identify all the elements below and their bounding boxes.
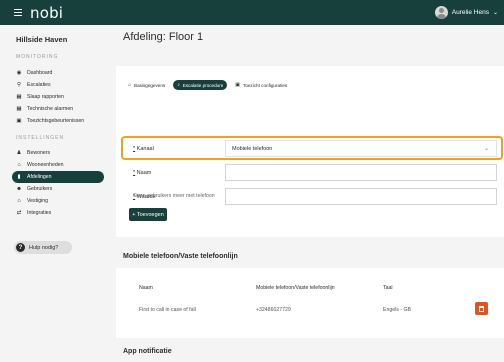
sidebar-item-label: Escalaties: [27, 82, 51, 88]
sidebar-item-technische-alarmen[interactable]: ▦ Technische alarmen: [12, 103, 104, 115]
table-cell-naam: First to call in case of fall: [139, 307, 196, 313]
department-icon: ▮: [17, 174, 21, 180]
add-button[interactable]: + Toevoegen: [129, 208, 167, 221]
help-question-icon: ?: [16, 243, 25, 252]
kanaal-value: Mobiele telefoon: [232, 145, 273, 152]
sidebar-item-slaap-rapporten[interactable]: ▦ Slaap rapporten: [12, 91, 104, 103]
sidebar-item-vestiging[interactable]: ⌂ Vestiging: [12, 195, 104, 207]
living-unit-icon: ⌂: [17, 162, 21, 168]
residents-icon: ♟: [16, 150, 22, 156]
kanaal-label: * Kanaal: [133, 145, 154, 152]
tab-toezicht-configuraties[interactable]: ▣ Toezicht configuraties: [231, 80, 291, 90]
technical-alarm-icon: ▦: [16, 106, 22, 112]
column-header-taal: Taal: [383, 285, 393, 291]
sidebar-item-label: Bewoners: [27, 150, 51, 156]
required-marker: *: [133, 169, 136, 176]
site-name: Hillside Haven: [16, 35, 68, 44]
dashboard-icon: ◉: [16, 70, 22, 76]
user-menu[interactable]: Aurelie Hens ⌄: [434, 4, 498, 21]
phone-section-title: Mobiele telefoon/Vaste telefoonlijn: [123, 253, 238, 260]
bell-icon: ♪: [177, 82, 180, 88]
column-header-naam: Naam: [139, 285, 153, 291]
naam-label: * Naam: [133, 169, 152, 176]
sidebar-item-bewoners[interactable]: ♟ Bewoners: [12, 147, 104, 159]
page-title: Afdeling: Floor 1: [123, 31, 204, 43]
home-icon: ⌂: [128, 82, 132, 88]
sidebar-item-afdelingen[interactable]: ▮ Afdelingen: [12, 171, 104, 183]
users-icon: ☻: [16, 186, 22, 192]
kanaal-select[interactable]: Mobiele telefoon ⌄: [225, 140, 497, 157]
tab-escalatie-procedure[interactable]: ♪ Escalatie procedure: [173, 80, 228, 90]
sidebar-item-label: Vestiging: [27, 198, 49, 204]
sidebar-item-toezichtsgebeurtenissen[interactable]: ▣ Toezichtsgebeurtenissen: [12, 115, 104, 127]
settings-section-label: INSTELLINGEN: [16, 135, 65, 141]
sidebar-item-label: Integraties: [27, 210, 52, 216]
sidebar-item-label: Toezichtsgebeurtenissen: [27, 118, 85, 124]
sidebar: Hillside Haven MONITORING ◉ Dashboard ⚲ …: [0, 25, 116, 362]
chevron-down-icon: ⌄: [483, 146, 489, 152]
tab-label: Toezicht configuraties: [243, 82, 288, 88]
sidebar-item-escalaties[interactable]: ⚲ Escalaties: [12, 79, 104, 91]
table-cell-taal: Engels - GB: [383, 307, 411, 313]
escalation-form-card: ⌂ Basisgegevens ♪ Escalatie procedure ▣ …: [116, 66, 504, 237]
no-more-users-text: Geen gebruikers meer met telefoon: [133, 193, 215, 199]
sidebar-item-label: Afdelingen: [27, 174, 52, 180]
tab-basisgegevens[interactable]: ⌂ Basisgegevens: [124, 80, 169, 90]
tab-bar: ⌂ Basisgegevens ♪ Escalatie procedure ▣ …: [124, 80, 291, 90]
naam-row: * Naam: [124, 164, 497, 181]
sidebar-item-integraties[interactable]: ⇄ Integraties: [12, 207, 104, 219]
sidebar-item-label: Slaap rapporten: [27, 94, 64, 100]
location-icon: ⌂: [17, 198, 21, 204]
sidebar-item-dashboard[interactable]: ◉ Dashboard: [12, 67, 104, 79]
avatar-icon: [434, 6, 448, 19]
column-header-telefoon: Mobiele telefoon/Vaste telefoonlijn: [256, 285, 335, 291]
sidebar-item-label: Wooneenheden: [27, 162, 64, 168]
sleep-report-icon: ▦: [16, 94, 22, 100]
top-bar: nobi Aurelie Hens ⌄: [0, 0, 504, 25]
monitoring-section-label: MONITORING: [16, 54, 59, 60]
sidebar-item-gebruikers[interactable]: ☻ Gebruikers: [12, 183, 104, 195]
required-marker: *: [133, 145, 136, 152]
user-name: Aurelie Hens: [451, 9, 489, 16]
hamburger-menu-icon[interactable]: [14, 9, 22, 16]
help-button[interactable]: ? Hulp nodig?: [14, 241, 72, 254]
sidebar-item-wooneenheden[interactable]: ⌂ Wooneenheden: [12, 159, 104, 171]
monitor-config-icon: ▣: [235, 82, 241, 88]
integrations-icon: ⇄: [16, 210, 22, 216]
tv-assessment-icon: ▣: [16, 118, 22, 124]
waarde-field[interactable]: [225, 188, 497, 205]
phone-table: [116, 268, 504, 338]
escalation-pin-icon: ⚲: [16, 82, 22, 88]
kanaal-row: * Kanaal Mobiele telefoon ⌄: [124, 140, 497, 157]
sidebar-item-label: Dashboard: [27, 70, 53, 76]
tab-label: Escalatie procedure: [182, 82, 224, 88]
naam-field[interactable]: [225, 164, 497, 181]
sidebar-item-label: Gebruikers: [27, 186, 53, 192]
help-label: Hulp nodig?: [29, 244, 59, 251]
brand-logo[interactable]: nobi: [30, 4, 63, 22]
trash-icon: [479, 305, 484, 312]
app-section-title: App notificatie: [123, 348, 172, 355]
sidebar-item-label: Technische alarmen: [27, 106, 74, 112]
tab-label: Basisgegevens: [134, 82, 166, 88]
delete-button[interactable]: [475, 302, 488, 315]
table-cell-telefoon: +32486027729: [256, 307, 291, 313]
chevron-down-icon: ⌄: [492, 10, 498, 16]
